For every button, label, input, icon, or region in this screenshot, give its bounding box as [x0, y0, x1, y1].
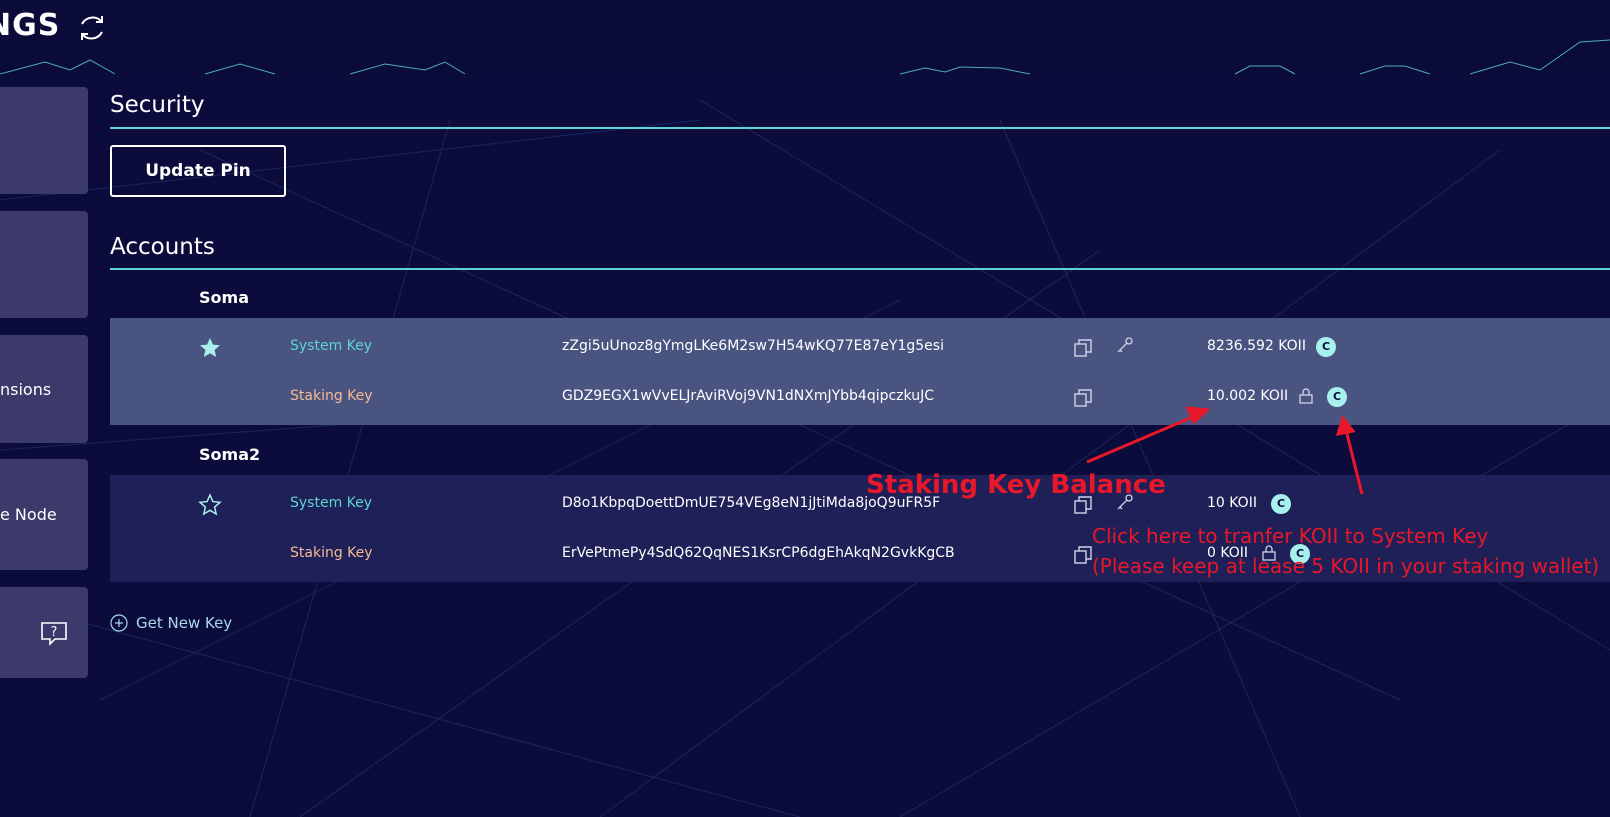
staking-key-balance: 10.002 KOII [1207, 388, 1289, 404]
system-key-balance: 8236.592 KOII [1207, 338, 1306, 354]
staking-key-address: GDZ9EGX1wVvELJrAviRVoj9VN1dNXmJYbb4qipcz… [562, 388, 934, 404]
sidebar-item-label: nsions [0, 379, 52, 399]
koii-coin-icon[interactable]: C [1316, 337, 1336, 357]
system-key-balance: 10 KOII [1207, 495, 1257, 511]
accounts-title: Accounts [110, 234, 215, 260]
star-filled-icon[interactable] [198, 336, 222, 360]
system-key-row: System Key zZgi5uUnoz8gYmgLKe6M2sw7H54wK… [110, 318, 1610, 358]
annotation-transfer-line-2: (Please keep at lease 5 KOII in your sta… [1092, 554, 1600, 578]
copy-icon[interactable] [1074, 339, 1092, 357]
plus-circle-icon [110, 614, 128, 632]
get-new-key-link[interactable]: Get New Key [110, 614, 232, 632]
copy-icon[interactable] [1074, 389, 1092, 407]
sidebar-item-extensions[interactable]: nsions [0, 335, 88, 443]
help-chat-icon: ? [41, 621, 67, 646]
koii-coin-icon[interactable]: C [1271, 494, 1291, 514]
staking-key-row: Staking Key GDZ9EGX1wVvELJrAviRVoj9VN1dN… [110, 368, 1610, 408]
sidebar-item-label: e Node [0, 505, 57, 524]
system-key-label: System Key [290, 338, 373, 354]
refresh-icon[interactable] [76, 12, 108, 44]
sidebar-item-help[interactable]: ? [0, 587, 88, 678]
lock-icon [1299, 388, 1313, 404]
svg-text:?: ? [51, 625, 58, 640]
sidebar-item-2[interactable] [0, 211, 88, 318]
staking-key-label: Staking Key [290, 388, 373, 404]
transfer-to-system-key-icon[interactable]: C [1327, 387, 1347, 407]
annotation-balance-note: Staking Key Balance [866, 470, 1166, 500]
system-key-address: zZgi5uUnoz8gYmgLKe6M2sw7H54wKQ77E87eY1g5… [562, 338, 944, 354]
system-key-row: System Key D8o1KbpqDoettDmUE754VEg8eN1jJ… [110, 475, 1610, 517]
system-key-label: System Key [290, 495, 373, 511]
copy-icon[interactable] [1074, 546, 1092, 564]
account-name: Soma2 [199, 445, 261, 464]
star-outline-icon[interactable] [198, 493, 222, 517]
account-name: Soma [199, 288, 249, 307]
key-icon[interactable] [1116, 336, 1134, 354]
staking-key-address: ErVePtmePy4SdQ62QqNES1KsrCP6dgEhAkqN2Gvk… [562, 545, 955, 561]
divider [110, 127, 1610, 129]
page-title: NGS [0, 8, 61, 43]
staking-key-label: Staking Key [290, 545, 373, 561]
account-card-soma[interactable]: System Key zZgi5uUnoz8gYmgLKe6M2sw7H54wK… [110, 318, 1610, 425]
sidebar-item-1[interactable] [0, 87, 88, 194]
update-pin-button[interactable]: Update Pin [110, 145, 286, 197]
divider [110, 268, 1610, 270]
get-new-key-label: Get New Key [136, 614, 233, 632]
sidebar-item-node[interactable]: e Node [0, 459, 88, 570]
security-title: Security [110, 92, 205, 118]
annotation-transfer-line-1: Click here to tranfer KOII to System Key [1092, 524, 1489, 548]
